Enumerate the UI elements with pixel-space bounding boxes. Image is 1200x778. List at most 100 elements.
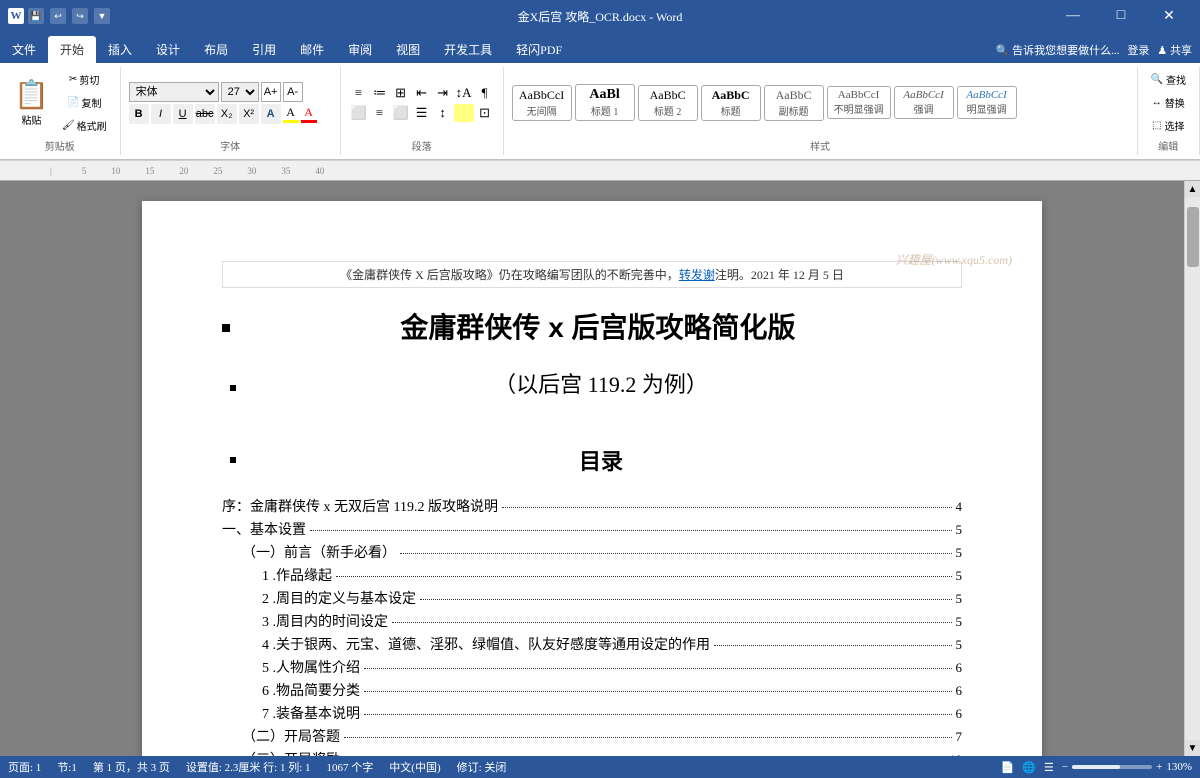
scroll-up-button[interactable]: ▲: [1185, 181, 1200, 197]
toc-page-number: 4: [956, 499, 963, 515]
toc-page-number: 5: [956, 568, 963, 584]
increase-font-button[interactable]: A+: [261, 82, 281, 102]
tab-home[interactable]: 开始: [48, 36, 96, 63]
paste-label: 粘贴: [21, 112, 41, 127]
view-mode-outline[interactable]: ☰: [1044, 761, 1054, 774]
format-painter-button[interactable]: 🖌格式刷: [57, 115, 112, 136]
cut-button[interactable]: ✂剪切: [57, 69, 112, 90]
view-mode-print[interactable]: 📄: [1001, 761, 1015, 774]
zoom-level: 130%: [1166, 761, 1192, 773]
show-formatting-button[interactable]: ¶: [475, 84, 495, 102]
tab-insert[interactable]: 插入: [96, 36, 144, 63]
toc-page-number: 5: [956, 614, 963, 630]
minimize-button[interactable]: —: [1050, 0, 1096, 32]
line-spacing-button[interactable]: ↕: [433, 104, 453, 122]
tab-developer[interactable]: 开发工具: [432, 36, 504, 63]
toc-dots: [336, 576, 952, 577]
position-indicator: 设置值: 2.3厘米 行: 1 列: 1: [186, 759, 311, 775]
align-center-button[interactable]: ≡: [370, 104, 390, 122]
tab-design[interactable]: 设计: [144, 36, 192, 63]
tab-view[interactable]: 视图: [384, 36, 432, 63]
subscript-button[interactable]: X₂: [217, 104, 237, 124]
zoom-control[interactable]: − + 130%: [1062, 761, 1192, 773]
copy-icon: 📄: [67, 97, 79, 108]
borders-button[interactable]: ⊡: [475, 104, 495, 122]
style-subtitle[interactable]: AaBbC 副标题: [764, 85, 824, 121]
style-intense-emphasis[interactable]: AaBbCcI 明显强调: [957, 86, 1017, 119]
redo-icon[interactable]: ↪: [72, 8, 88, 24]
zoom-out-button[interactable]: −: [1062, 761, 1068, 773]
toc-item: 序：金庸群侠传 x 无双后宫 119.2 版攻略说明4: [222, 496, 962, 516]
highlight-color-bar: [283, 120, 299, 123]
tab-review[interactable]: 审阅: [336, 36, 384, 63]
zoom-slider[interactable]: [1072, 765, 1152, 769]
scroll-down-button[interactable]: ▼: [1185, 740, 1200, 756]
undo-icon[interactable]: ↩: [50, 8, 66, 24]
vertical-scrollbar[interactable]: ▲ ▼: [1184, 181, 1200, 756]
text-effects-button[interactable]: A: [261, 104, 281, 124]
sort-button[interactable]: ↕A: [454, 84, 474, 102]
maximize-button[interactable]: □: [1098, 0, 1144, 32]
highlight-color-button[interactable]: A: [283, 105, 299, 123]
scroll-track[interactable]: [1185, 197, 1200, 740]
superscript-button[interactable]: X²: [239, 104, 259, 124]
font-color-button[interactable]: A: [301, 105, 317, 123]
toc-item: 3 .周目内的时间设定5: [262, 611, 962, 631]
word-app-icon[interactable]: W: [8, 8, 24, 24]
close-button[interactable]: ✕: [1146, 0, 1192, 32]
font-size-select[interactable]: 27: [221, 82, 259, 102]
toc-item-label: 6 .物品简要分类: [262, 680, 360, 700]
document-scroll[interactable]: 兴趣屋(www.xqu5.com) 《金庸群侠传 X 后宫版攻略》仍在攻略编写团…: [0, 181, 1184, 756]
section-indicator: 节:1: [57, 759, 77, 775]
notice-link[interactable]: 转发谢: [679, 268, 715, 282]
increase-indent-button[interactable]: ⇥: [433, 84, 453, 102]
customize-icon[interactable]: ▼: [94, 8, 110, 24]
word-count: 1067 个字: [327, 759, 374, 775]
clipboard-group: 📋 粘贴 ✂剪切 📄复制 🖌格式刷 剪贴板: [0, 67, 121, 155]
underline-button[interactable]: U: [173, 104, 193, 124]
toc-dots: [310, 530, 952, 531]
tab-file[interactable]: 文件: [0, 36, 48, 63]
tab-references[interactable]: 引用: [240, 36, 288, 63]
italic-button[interactable]: I: [151, 104, 171, 124]
tab-layout[interactable]: 布局: [192, 36, 240, 63]
share-button[interactable]: ♟ 共享: [1157, 42, 1192, 58]
align-right-button[interactable]: ⬜: [391, 104, 411, 122]
style-emphasis[interactable]: AaBbCcI 强调: [894, 86, 954, 119]
scroll-thumb[interactable]: [1187, 207, 1199, 267]
toc-item: （二）开局答题7: [242, 726, 962, 746]
title-bar-left: W 💾 ↩ ↪ ▼: [8, 8, 110, 24]
select-button[interactable]: ⬚ 选择: [1147, 115, 1189, 136]
style-h2[interactable]: AaBbC 标题 2: [638, 85, 698, 121]
replace-button[interactable]: ↔ 替换: [1147, 92, 1190, 113]
style-title[interactable]: AaBbC 标题: [701, 85, 761, 121]
paragraph-group-label: 段落: [349, 138, 495, 153]
justify-button[interactable]: ☰: [412, 104, 432, 122]
paste-button[interactable]: 📋 粘贴: [8, 76, 55, 129]
view-mode-web[interactable]: 🌐: [1022, 761, 1036, 774]
login-button[interactable]: 登录: [1127, 42, 1149, 58]
find-button[interactable]: 🔍 查找: [1146, 69, 1191, 90]
toc-dots: [420, 599, 952, 600]
toc-item: 一、基本设置5: [222, 519, 962, 539]
tab-mailings[interactable]: 邮件: [288, 36, 336, 63]
font-name-select[interactable]: 宋体: [129, 82, 219, 102]
tab-pdf[interactable]: 轻闪PDF: [504, 36, 574, 63]
search-label: 🔍 告诉我您想要做什么...: [996, 42, 1120, 58]
zoom-in-button[interactable]: +: [1156, 761, 1162, 773]
numbering-button[interactable]: ≔: [370, 84, 390, 102]
bullets-button[interactable]: ≡: [349, 84, 369, 102]
style-normal[interactable]: AaBbCcI 无间隔: [512, 85, 572, 121]
multilevel-list-button[interactable]: ⊞: [391, 84, 411, 102]
save-icon[interactable]: 💾: [28, 8, 44, 24]
style-subtle-emphasis[interactable]: AaBbCcI 不明显强调: [827, 86, 891, 119]
decrease-font-button[interactable]: A-: [283, 82, 303, 102]
toc-dots: [392, 622, 952, 623]
align-left-button[interactable]: ⬜: [349, 104, 369, 122]
style-h1[interactable]: AaBl 标题 1: [575, 84, 635, 121]
strikethrough-button[interactable]: abc: [195, 104, 215, 124]
copy-button[interactable]: 📄复制: [57, 92, 112, 113]
bold-button[interactable]: B: [129, 104, 149, 124]
decrease-indent-button[interactable]: ⇤: [412, 84, 432, 102]
shading-button[interactable]: [454, 104, 474, 122]
